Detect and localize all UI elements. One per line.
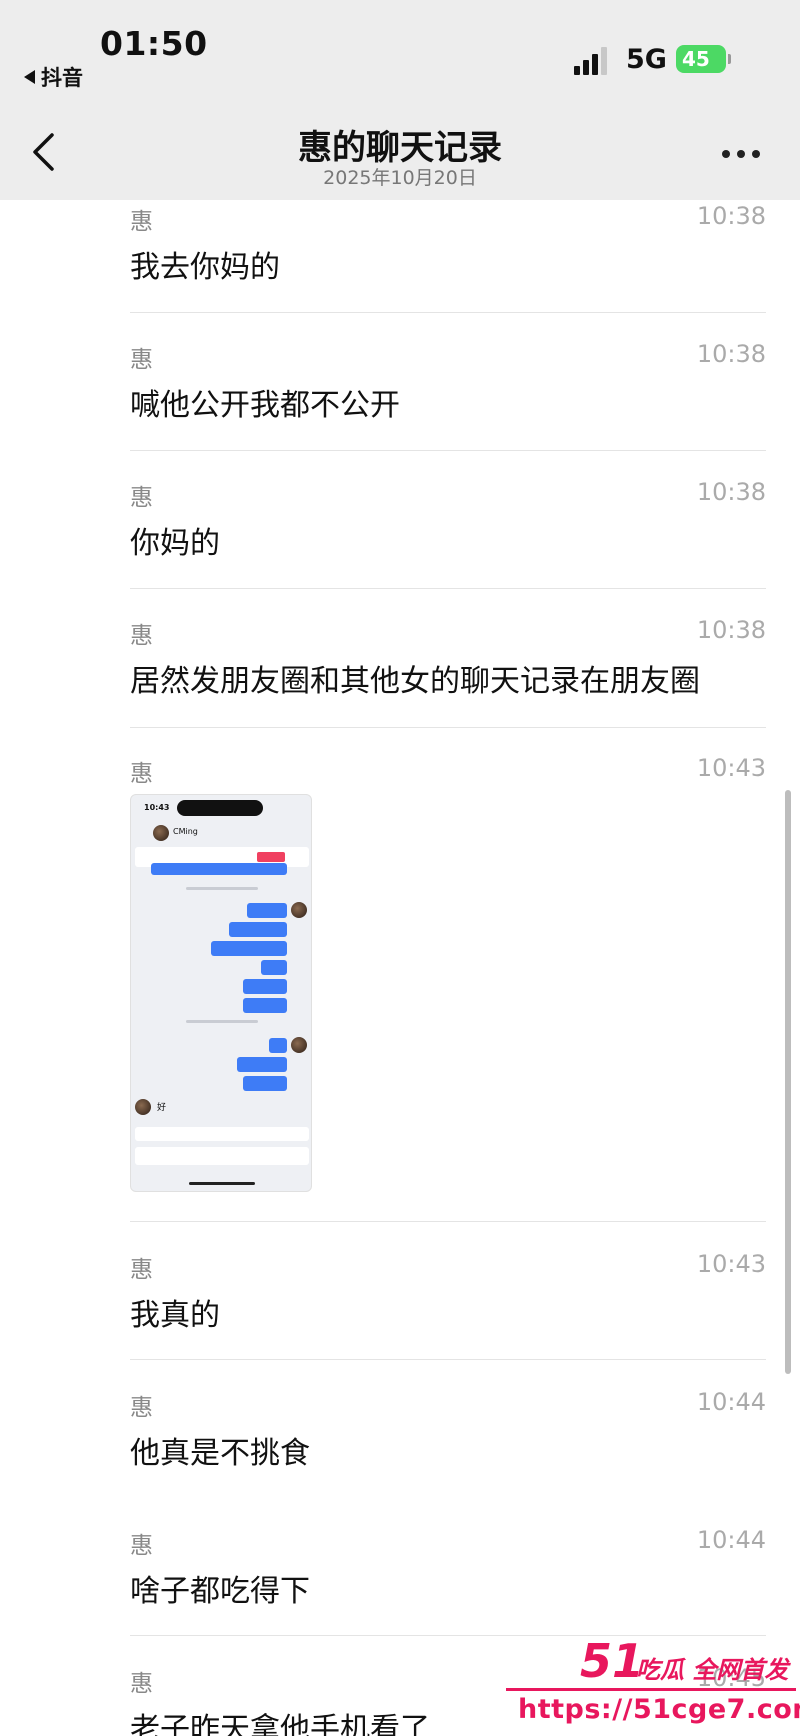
battery-icon: 45: [676, 45, 731, 73]
message-text: 我真的: [130, 1298, 220, 1333]
divider: [130, 588, 766, 589]
message-sender: 惠: [130, 1671, 153, 1697]
message-sender: 惠: [130, 485, 153, 511]
message-item[interactable]: 惠 10:38 我去你妈的: [130, 202, 766, 285]
image-attachment[interactable]: 10:43 CMing 好: [130, 794, 312, 1192]
divider: [130, 1359, 766, 1360]
message-text: 啥子都吃得下: [130, 1574, 310, 1609]
divider: [130, 1221, 766, 1222]
message-sender: 惠: [130, 1533, 153, 1559]
message-time: 10:38: [696, 478, 766, 506]
thumb-bubble: [247, 903, 287, 918]
thumb-system-line: [186, 887, 258, 890]
network-type: 5G: [626, 44, 667, 75]
message-sender: 惠: [130, 623, 153, 649]
message-item[interactable]: 惠 10:38 居然发朋友圈和其他女的聊天记录在朋友圈: [130, 616, 766, 699]
thumb-reply: 好: [157, 1103, 167, 1113]
message-time: 10:44: [696, 1388, 766, 1416]
thumb-avatar: [153, 825, 169, 841]
thumb-bubble: [269, 1038, 287, 1053]
divider: [130, 450, 766, 451]
scrollbar[interactable]: [785, 790, 791, 1374]
watermark-tagline: 吃瓜 全网首发: [636, 1656, 789, 1684]
page-title: 惠的聊天记录: [298, 128, 502, 168]
message-time: 10:38: [696, 202, 766, 230]
message-text: 居然发朋友圈和其他女的聊天记录在朋友圈: [130, 664, 700, 699]
message-item[interactable]: 惠 10:38 你妈的: [130, 478, 766, 561]
thumb-bubble: [243, 1076, 287, 1091]
message-text: 你妈的: [130, 526, 220, 561]
back-app-label: 抖音: [41, 66, 83, 90]
thumb-action-bar: [135, 1127, 309, 1141]
thumb-avatar: [291, 902, 307, 918]
message-item-image[interactable]: 惠 10:43: [130, 754, 766, 794]
message-time: 10:44: [696, 1526, 766, 1554]
message-sender: 惠: [130, 761, 153, 787]
message-text: 老子昨天拿他手机看了: [130, 1712, 430, 1736]
thumb-input-bar: [135, 1147, 309, 1165]
message-sender: 惠: [130, 1257, 153, 1283]
thumb-avatar: [291, 1037, 307, 1053]
message-text: 我去你妈的: [130, 250, 280, 285]
watermark-line: [506, 1688, 796, 1691]
message-item[interactable]: 惠 10:38 喊他公开我都不公开: [130, 340, 766, 423]
back-to-app-link[interactable]: 抖音: [24, 62, 83, 92]
watermark-brand: 51: [580, 1634, 645, 1688]
thumb-bubble: [211, 941, 287, 956]
message-text: 喊他公开我都不公开: [130, 388, 400, 423]
signal-icon: [574, 47, 612, 75]
thumb-system-line: [186, 1020, 258, 1023]
message-item[interactable]: 惠 10:44 他真是不挑食: [130, 1388, 766, 1471]
message-time: 10:38: [696, 616, 766, 644]
top-bar: 01:50 抖音 5G 45 惠的聊天记录 2025年10月20日: [0, 0, 800, 200]
thumb-bubble: [243, 998, 287, 1013]
message-time: 10:38: [696, 340, 766, 368]
watermark-url: https://51cge7.com: [518, 1694, 800, 1725]
message-item[interactable]: 惠 10:44 啥子都吃得下: [130, 1526, 766, 1609]
thumb-bubble: [151, 863, 287, 875]
thumb-status-time: 10:43: [144, 803, 170, 812]
message-sender: 惠: [130, 347, 153, 373]
message-time: 10:43: [696, 1250, 766, 1278]
message-time: 10:43: [696, 754, 766, 782]
thumb-avatar: [135, 1099, 151, 1115]
thumb-contact-name: CMing: [173, 827, 198, 836]
page-date: 2025年10月20日: [323, 167, 477, 189]
message-item[interactable]: 惠 10:43 我真的: [130, 1250, 766, 1333]
thumb-bubble: [261, 960, 287, 975]
status-time: 01:50: [100, 24, 208, 63]
divider: [130, 727, 766, 728]
thumb-home-indicator: [189, 1182, 255, 1185]
thumb-dynamic-island: [177, 800, 263, 816]
back-triangle-icon: [24, 70, 35, 84]
divider: [130, 312, 766, 313]
battery-level: 45: [682, 47, 710, 71]
more-dots-icon[interactable]: [722, 150, 762, 160]
thumb-bubble: [237, 1057, 287, 1072]
thumb-bubble: [229, 922, 287, 937]
message-text: 他真是不挑食: [130, 1436, 310, 1471]
thumb-bubble: [243, 979, 287, 994]
message-sender: 惠: [130, 209, 153, 235]
watermark: 51 吃瓜 全网首发 https://51cge7.com: [500, 1630, 800, 1736]
message-sender: 惠: [130, 1395, 153, 1421]
